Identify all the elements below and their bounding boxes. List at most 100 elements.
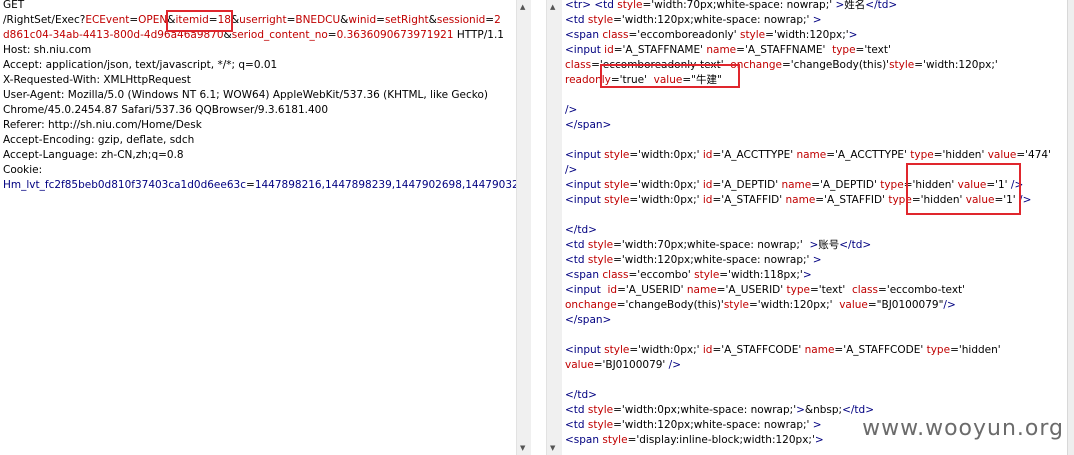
- response-token: name: [781, 179, 812, 191]
- scroll-up-icon[interactable]: ▲: [520, 2, 525, 12]
- response-token: ='width:120px;white-space: nowrap;': [613, 419, 813, 431]
- response-line: <td style='width:0px;white-space: nowrap…: [565, 403, 874, 418]
- response-token: ='width:120px;white-space: nowrap;': [613, 254, 813, 266]
- response-line: </span>: [565, 118, 611, 133]
- response-line: <input id='A_USERID' name='A_USERID' typ…: [565, 283, 965, 298]
- response-token: >: [812, 419, 822, 431]
- response-token: value: [565, 359, 594, 371]
- response-token: />: [668, 359, 682, 371]
- response-token: value: [987, 149, 1017, 161]
- request-token: /RightSet/Exec?: [3, 14, 86, 26]
- response-token: ='text': [809, 284, 852, 296]
- request-panel[interactable]: GET/RightSet/Exec?ECEvent=OPEN&itemid=18…: [0, 0, 516, 455]
- response-token: ='changeBody(this)': [782, 59, 890, 71]
- scroll-down-icon[interactable]: ▼: [550, 443, 555, 453]
- response-token: ='A_STAFFNAME': [613, 44, 707, 56]
- response-token: </td>: [839, 239, 872, 251]
- response-token: </td>: [865, 0, 898, 11]
- request-scrollbar[interactable]: ▲ ▼: [516, 0, 532, 455]
- response-token: ='width:120px;white-space: nowrap;': [613, 14, 813, 26]
- response-token: ='width:0px;': [629, 149, 703, 161]
- request-line: GET: [3, 0, 24, 13]
- response-token: id: [702, 194, 713, 206]
- response-token: 账号: [818, 239, 840, 251]
- request-token: Accept-Encoding: gzip, deflate, sdch: [3, 134, 195, 146]
- response-token: value: [839, 299, 868, 311]
- response-token: &nbsp;: [804, 404, 843, 416]
- response-line: <td style='width:120px;white-space: nowr…: [565, 253, 822, 268]
- request-token: Accept-Language: zh-CN,zh;q=0.8: [3, 149, 184, 161]
- request-token: Referer: http://sh.niu.com/Home/Desk: [3, 119, 202, 131]
- request-token: BNEDCU: [295, 14, 341, 26]
- window-edge: [1067, 0, 1074, 455]
- response-line: <td style='width:120px;white-space: nowr…: [565, 418, 822, 433]
- response-token: class: [565, 59, 592, 71]
- response-token: style: [587, 239, 614, 251]
- response-token: ='A_DEPTID': [811, 179, 881, 191]
- request-token: winid: [348, 14, 377, 26]
- response-token: >: [796, 404, 805, 416]
- response-token: >: [812, 14, 822, 26]
- response-token: id: [702, 179, 713, 191]
- response-line: <tr> <td style='width:70px;white-space: …: [565, 0, 897, 13]
- scroll-down-icon[interactable]: ▼: [520, 443, 525, 453]
- response-scrollbar[interactable]: ▲ ▼: [546, 0, 562, 455]
- response-token: style: [889, 59, 915, 71]
- response-token: class: [851, 284, 879, 296]
- response-token: <tr> <td: [565, 0, 618, 11]
- request-line: Accept: application/json, text/javascrip…: [3, 58, 277, 73]
- scroll-up-icon[interactable]: ▲: [550, 2, 555, 12]
- request-token: Host: sh.niu.com: [3, 44, 92, 56]
- response-line: <input id='A_STAFFNAME' name='A_STAFFNAM…: [565, 43, 891, 58]
- response-token: ='text': [855, 44, 891, 56]
- response-line: value='BJ0100079' />: [565, 358, 681, 373]
- response-token: <span: [565, 269, 603, 281]
- response-token: ='display:inline-block;width:120px;': [627, 434, 815, 446]
- request-line: Referer: http://sh.niu.com/Home/Desk: [3, 118, 202, 133]
- response-line: <span style='display:inline-block;width:…: [565, 433, 824, 448]
- response-token: />: [943, 299, 956, 311]
- response-token: ='A_USERID': [617, 284, 687, 296]
- response-token: type: [880, 179, 904, 191]
- response-token: >: [812, 254, 822, 266]
- response-token: <span: [565, 29, 603, 41]
- response-token: ='width:0px;': [629, 194, 703, 206]
- response-token: <td: [565, 419, 588, 431]
- response-token: name: [796, 149, 827, 161]
- response-token: type: [926, 344, 951, 356]
- response-token: >: [802, 269, 812, 281]
- request-token: ECEvent: [85, 14, 130, 26]
- response-token: </td>: [565, 224, 597, 236]
- request-token: Hm_lvt_fc2f85beb0d810f37403ca1d0d6ee63c: [3, 179, 246, 191]
- response-line: <input style='width:0px;' id='A_STAFFCOD…: [565, 343, 1001, 358]
- response-token: style: [587, 404, 614, 416]
- response-token: type: [910, 149, 934, 161]
- response-token: >: [848, 29, 858, 41]
- response-token: id: [607, 284, 618, 296]
- response-token: name: [686, 284, 717, 296]
- response-token: ='changeBody(this)': [616, 299, 724, 311]
- response-token: type: [786, 284, 810, 296]
- request-line: Host: sh.niu.com: [3, 43, 91, 58]
- response-token: ='A_STAFFNAME': [736, 44, 833, 56]
- response-token: ='width:120px;': [914, 59, 998, 71]
- response-token: ='A_STAFFID': [712, 194, 786, 206]
- response-line: <td style='width:120px;white-space: nowr…: [565, 13, 822, 28]
- response-token: >: [809, 239, 819, 251]
- response-token: ='474': [1016, 149, 1051, 161]
- response-token: ='width:0px;': [629, 179, 703, 191]
- request-token: Cookie:: [3, 164, 43, 176]
- request-token: Chrome/45.0.2454.87 Safari/537.36 QQBrow…: [3, 104, 329, 116]
- request-token: GET: [3, 0, 25, 11]
- response-token: >: [835, 0, 845, 11]
- request-token: X-Requested-With: XMLHttpRequest: [3, 74, 191, 86]
- request-line: Cookie:: [3, 163, 42, 178]
- response-line: <span class='eccomboreadonly' style='wid…: [565, 28, 857, 43]
- response-token: ='A_DEPTID': [712, 179, 782, 191]
- response-token: style: [723, 299, 749, 311]
- response-token: style: [587, 419, 614, 431]
- request-token: HTTP/1.1: [453, 29, 504, 41]
- response-token: ='A_STAFFID': [815, 194, 889, 206]
- response-token: onchange: [565, 299, 617, 311]
- response-line: />: [565, 103, 577, 118]
